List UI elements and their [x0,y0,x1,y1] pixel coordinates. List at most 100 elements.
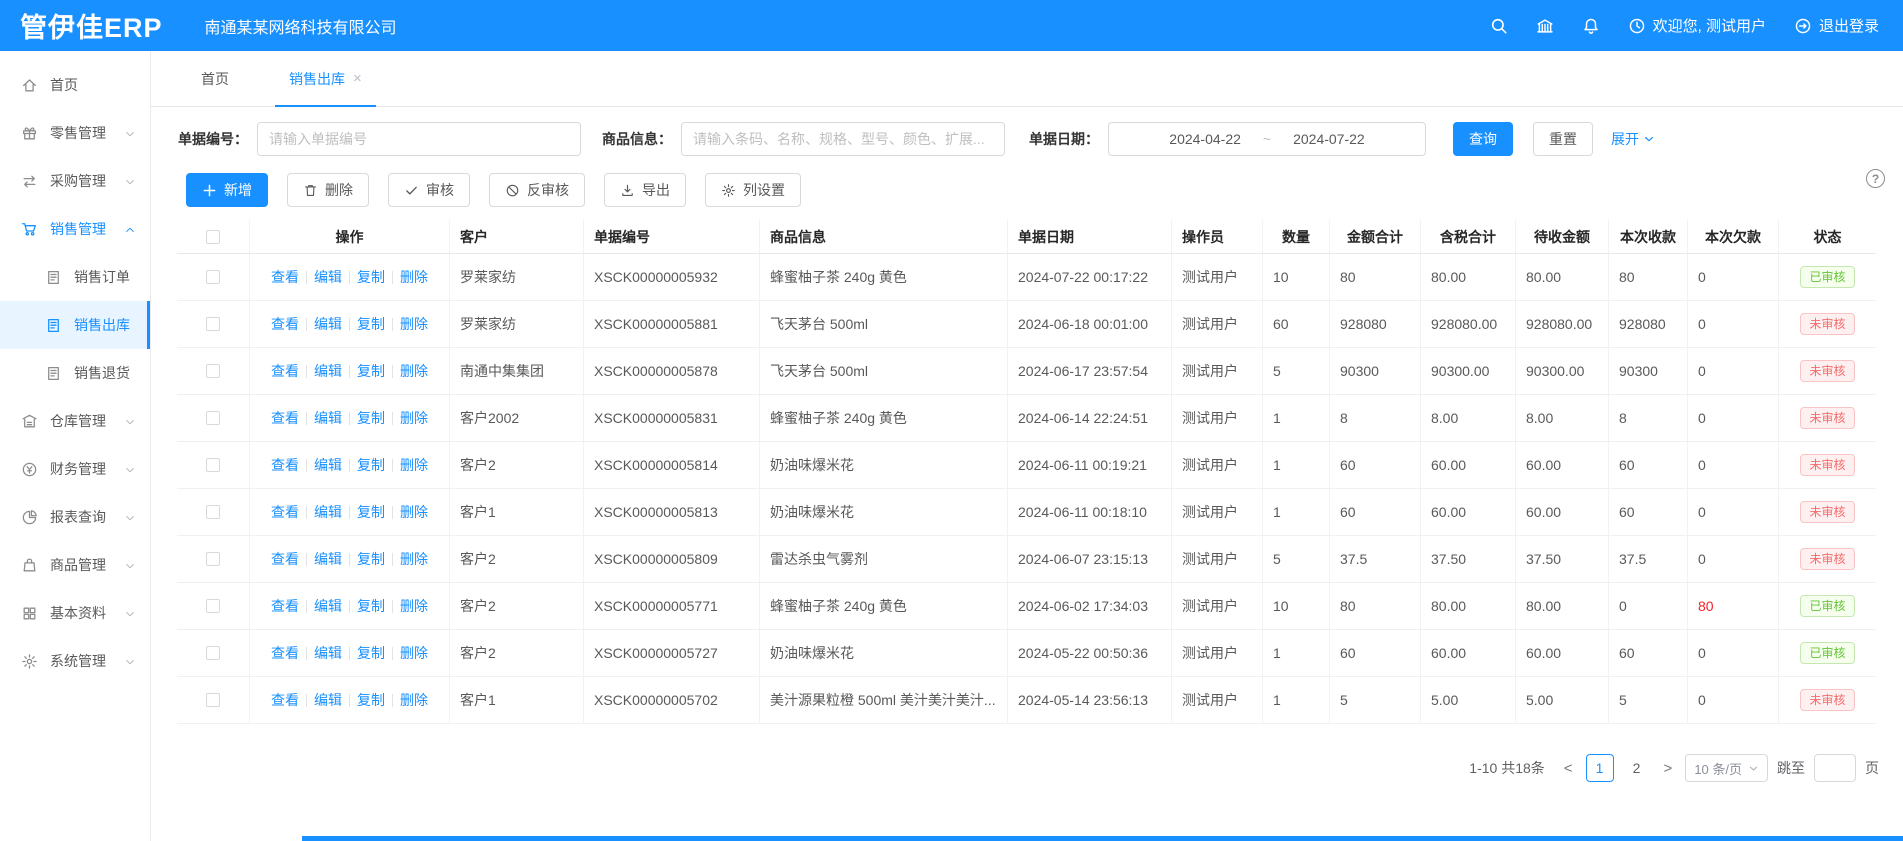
row-checkbox[interactable] [206,458,220,472]
sidebar-item-warehouse[interactable]: 仓库管理 [0,397,150,445]
action-delete[interactable]: 删除 [400,314,428,334]
next-page-button[interactable]: > [1660,760,1677,777]
prev-page-button[interactable]: < [1560,760,1577,777]
action-view[interactable]: 查看 [271,267,299,287]
date-end[interactable]: 2024-07-22 [1293,131,1365,147]
action-copy[interactable]: 复制 [357,596,385,616]
action-divider [306,459,307,472]
row-checkbox[interactable] [206,411,220,425]
action-edit[interactable]: 编辑 [314,643,342,663]
jump-page-input[interactable] [1814,754,1856,782]
action-edit[interactable]: 编辑 [314,455,342,475]
logout-button[interactable]: 退出登录 [1794,15,1879,36]
action-view[interactable]: 查看 [271,314,299,334]
order-no-input[interactable] [257,122,581,156]
action-view[interactable]: 查看 [271,549,299,569]
page: 管伊佳ERP 南通某某网络科技有限公司 欢迎您, 测试用户 [0,0,1903,841]
sidebar-item-finance[interactable]: 财务管理 [0,445,150,493]
action-view[interactable]: 查看 [271,596,299,616]
action-copy[interactable]: 复制 [357,643,385,663]
date-range-picker[interactable]: 2024-04-22 ~ 2024-07-22 [1108,122,1426,156]
tab-sales-outbound[interactable]: 销售出库 × [275,51,376,106]
sidebar-item-sales-order[interactable]: 销售订单 [0,253,150,301]
add-button[interactable]: 新增 [186,173,268,207]
row-checkbox[interactable] [206,270,220,284]
action-delete[interactable]: 删除 [400,408,428,428]
action-copy[interactable]: 复制 [357,455,385,475]
page-number-2[interactable]: 2 [1623,754,1651,782]
action-copy[interactable]: 复制 [357,361,385,381]
search-icon[interactable] [1490,17,1508,35]
action-edit[interactable]: 编辑 [314,314,342,334]
action-delete[interactable]: 删除 [400,549,428,569]
audit-button[interactable]: 审核 [388,173,470,207]
action-delete[interactable]: 删除 [400,690,428,710]
delete-button[interactable]: 删除 [287,173,369,207]
action-copy[interactable]: 复制 [357,408,385,428]
tab-close-icon[interactable]: × [353,70,362,87]
amount-value: 8 [1340,410,1348,426]
row-checkbox[interactable] [206,317,220,331]
action-copy[interactable]: 复制 [357,502,385,522]
row-checkbox[interactable] [206,505,220,519]
unaudit-button[interactable]: 反审核 [489,173,585,207]
select-all-checkbox[interactable] [206,230,220,244]
expand-link[interactable]: 展开 [1611,129,1655,149]
tab-home[interactable]: 首页 [187,51,243,106]
page-size-select[interactable]: 10 条/页 [1685,754,1768,782]
row-checkbox[interactable] [206,599,220,613]
horizontal-scrollbar[interactable] [302,836,1903,841]
cell-tax-total: 90300.00 [1421,348,1516,395]
row-checkbox[interactable] [206,693,220,707]
action-edit[interactable]: 编辑 [314,502,342,522]
action-view[interactable]: 查看 [271,408,299,428]
action-edit[interactable]: 编辑 [314,408,342,428]
sidebar-item-retail[interactable]: 零售管理 [0,109,150,157]
action-delete[interactable]: 删除 [400,267,428,287]
sidebar-item-home[interactable]: 首页 [0,61,150,109]
action-edit[interactable]: 编辑 [314,267,342,287]
sidebar-item-sales-outbound[interactable]: 销售出库 [0,301,150,349]
row-checkbox[interactable] [206,552,220,566]
column-settings-button[interactable]: 列设置 [705,173,801,207]
action-copy[interactable]: 复制 [357,549,385,569]
date-start[interactable]: 2024-04-22 [1169,131,1241,147]
cell-receivable: 37.50 [1516,536,1609,583]
action-view[interactable]: 查看 [271,502,299,522]
action-delete[interactable]: 删除 [400,455,428,475]
action-edit[interactable]: 编辑 [314,361,342,381]
bank-icon[interactable] [1536,17,1554,35]
export-button[interactable]: 导出 [604,173,686,207]
action-copy[interactable]: 复制 [357,690,385,710]
row-checkbox[interactable] [206,646,220,660]
search-button[interactable]: 查询 [1453,122,1513,156]
action-edit[interactable]: 编辑 [314,690,342,710]
sidebar-item-product[interactable]: 商品管理 [0,541,150,589]
row-checkbox[interactable] [206,364,220,378]
action-view[interactable]: 查看 [271,455,299,475]
sidebar-item-sales[interactable]: 销售管理 [0,205,150,253]
action-edit[interactable]: 编辑 [314,549,342,569]
page-number-1[interactable]: 1 [1586,754,1614,782]
cell-received: 60 [1609,442,1688,489]
action-view[interactable]: 查看 [271,361,299,381]
action-copy[interactable]: 复制 [357,314,385,334]
action-delete[interactable]: 删除 [400,361,428,381]
action-copy[interactable]: 复制 [357,267,385,287]
product-info-input[interactable] [681,122,1005,156]
action-view[interactable]: 查看 [271,643,299,663]
action-delete[interactable]: 删除 [400,596,428,616]
sidebar-item-basic-data[interactable]: 基本资料 [0,589,150,637]
user-menu[interactable]: 欢迎您, 测试用户 [1628,15,1766,36]
action-delete[interactable]: 删除 [400,643,428,663]
action-delete[interactable]: 删除 [400,502,428,522]
reset-button[interactable]: 重置 [1533,122,1593,156]
sidebar-item-system[interactable]: 系统管理 [0,637,150,685]
action-edit[interactable]: 编辑 [314,596,342,616]
help-icon[interactable]: ? [1866,169,1885,188]
sidebar-item-report[interactable]: 报表查询 [0,493,150,541]
action-view[interactable]: 查看 [271,690,299,710]
sidebar-item-purchase[interactable]: 采购管理 [0,157,150,205]
sidebar-item-sales-return[interactable]: 销售退货 [0,349,150,397]
bell-icon[interactable] [1582,17,1600,35]
